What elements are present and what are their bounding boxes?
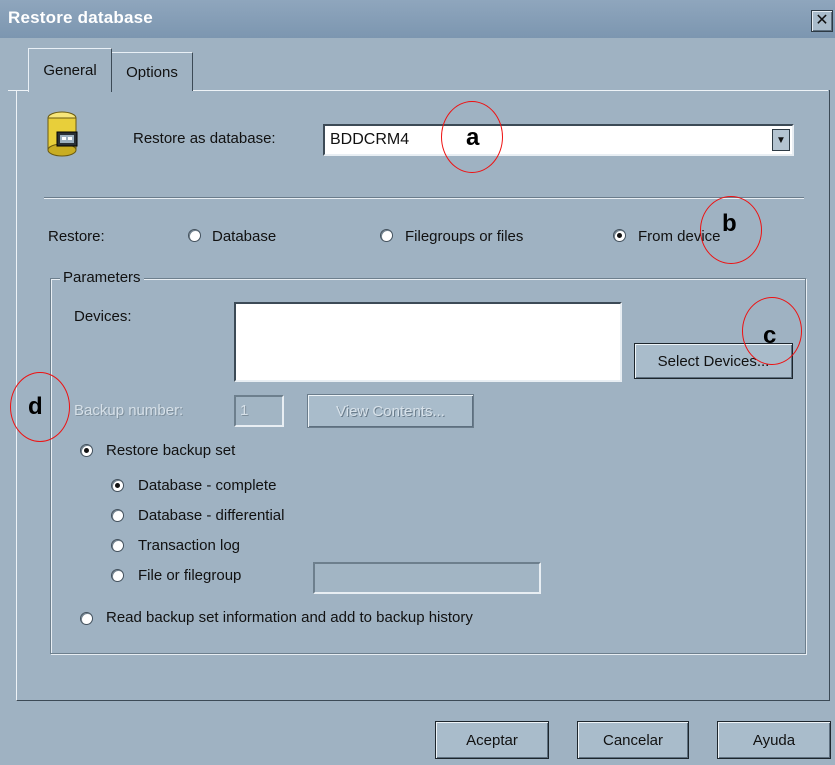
- ok-button[interactable]: Aceptar: [435, 721, 549, 759]
- cancel-button[interactable]: Cancelar: [577, 721, 689, 759]
- database-differential-label[interactable]: Database - differential: [138, 507, 284, 524]
- radio-database-differential[interactable]: [111, 509, 124, 522]
- restore-as-label: Restore as database:: [133, 130, 276, 147]
- devices-label: Devices:: [74, 308, 132, 325]
- radio-from-device[interactable]: [613, 229, 626, 242]
- restore-label: Restore:: [48, 228, 105, 245]
- separator: [44, 197, 804, 199]
- parameters-legend: Parameters: [60, 269, 144, 286]
- dropdown-arrow-icon[interactable]: ▼: [772, 129, 790, 151]
- annotation-label-a: a: [466, 124, 480, 151]
- read-backup-info-label[interactable]: Read backup set information and add to b…: [106, 609, 473, 626]
- restore-as-value: BDDCRM4: [330, 131, 410, 148]
- close-button[interactable]: ✕: [811, 10, 833, 32]
- window-title: Restore database: [8, 8, 153, 27]
- file-or-filegroup-input[interactable]: [313, 562, 541, 594]
- transaction-log-label[interactable]: Transaction log: [138, 537, 240, 554]
- radio-filegroups[interactable]: [380, 229, 393, 242]
- restore-backup-set-label[interactable]: Restore backup set: [106, 442, 235, 459]
- devices-list[interactable]: [234, 302, 622, 382]
- tab-general[interactable]: General: [28, 48, 112, 92]
- radio-restore-backup-set[interactable]: [80, 444, 93, 457]
- annotation-label-d: d: [28, 393, 43, 420]
- file-or-filegroup-label[interactable]: File or filegroup: [138, 567, 241, 584]
- annotation-label-c: c: [763, 322, 777, 349]
- tab-options[interactable]: Options: [111, 52, 193, 91]
- radio-file-or-filegroup[interactable]: [111, 569, 124, 582]
- radio-transaction-log[interactable]: [111, 539, 124, 552]
- help-button[interactable]: Ayuda: [717, 721, 831, 759]
- annotation-label-b: b: [722, 210, 737, 237]
- restore-as-combo[interactable]: BDDCRM4 ▼: [323, 124, 794, 156]
- radio-database-label[interactable]: Database: [212, 228, 276, 245]
- database-complete-label[interactable]: Database - complete: [138, 477, 276, 494]
- backup-number-label: Backup number:: [74, 402, 184, 419]
- radio-read-backup-info[interactable]: [80, 612, 93, 625]
- backup-number-input[interactable]: 1: [234, 395, 284, 427]
- radio-database-complete[interactable]: [111, 479, 124, 492]
- view-contents-button[interactable]: View Contents...: [307, 394, 474, 428]
- close-icon: ✕: [815, 12, 829, 29]
- radio-filegroups-label[interactable]: Filegroups or files: [405, 228, 523, 245]
- database-restore-icon: [47, 111, 78, 157]
- radio-database[interactable]: [188, 229, 201, 242]
